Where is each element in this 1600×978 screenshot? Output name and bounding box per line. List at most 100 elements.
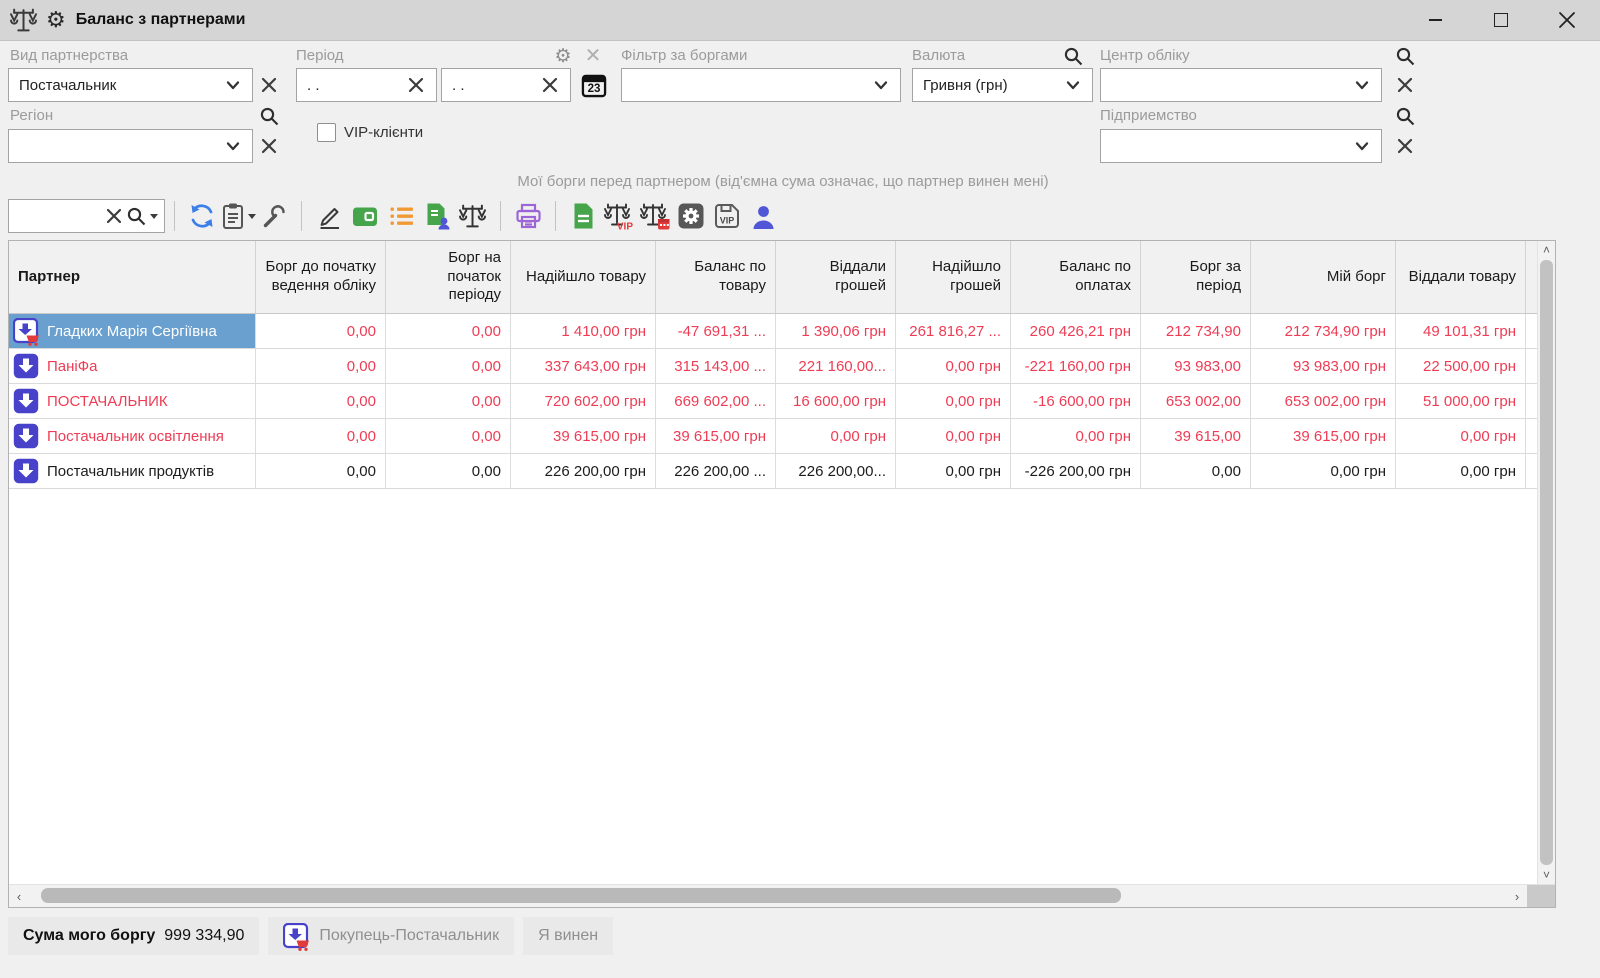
value-cell[interactable]: 0,00 (1141, 454, 1251, 488)
value-cell[interactable]: -221 160,00 грн (1011, 349, 1141, 383)
currency-search-icon[interactable] (1060, 43, 1086, 69)
region-select[interactable] (8, 129, 253, 163)
value-cell[interactable]: 0,00 грн (896, 384, 1011, 418)
table-row[interactable]: ПаніФа0,000,00337 643,00 грн315 143,00 .… (9, 349, 1537, 384)
value-cell[interactable]: -226 200,00 грн (1011, 454, 1141, 488)
period-settings-gear-icon[interactable]: ⚙ (550, 43, 576, 69)
column-header-7[interactable]: Баланс по оплатах (1011, 241, 1141, 313)
value-cell[interactable]: 0,00 (386, 384, 511, 418)
maximize-button[interactable] (1468, 0, 1534, 40)
partner-search-input[interactable] (15, 207, 104, 226)
column-header-0[interactable]: Партнер (9, 241, 256, 313)
column-header-3[interactable]: Надійшло товару (511, 241, 656, 313)
partner-cell[interactable]: Постачальник продуктів (9, 454, 256, 488)
accounting-center-select[interactable] (1100, 68, 1382, 102)
value-cell[interactable]: 212 734,90 грн (1251, 314, 1396, 348)
search-icon[interactable] (124, 204, 148, 228)
value-cell[interactable]: 0,00 (386, 349, 511, 383)
value-cell[interactable]: 0,00 (256, 454, 386, 488)
column-header-5[interactable]: Віддали грошей (776, 241, 896, 313)
table-row[interactable]: Постачальник освітлення0,000,0039 615,00… (9, 419, 1537, 454)
period-clear-icon[interactable]: ✕ (580, 43, 606, 69)
enterprise-clear-icon[interactable] (1392, 133, 1418, 159)
vertical-scrollbar-thumb[interactable] (1540, 260, 1553, 865)
close-button[interactable] (1534, 0, 1600, 40)
column-header-1[interactable]: Борг до початку ведення обліку (256, 241, 386, 313)
value-cell[interactable]: 16 600,00 грн (776, 384, 896, 418)
value-cell[interactable]: 221 160,00... (776, 349, 896, 383)
value-cell[interactable]: 0,00 (386, 314, 511, 348)
value-cell[interactable]: 1 410,00 грн (511, 314, 656, 348)
value-cell[interactable]: 260 426,21 грн (1011, 314, 1141, 348)
partner-cell[interactable]: ПаніФа (9, 349, 256, 383)
region-search-icon[interactable] (256, 103, 282, 129)
wrench-icon[interactable] (256, 198, 292, 234)
minimize-button[interactable] (1402, 0, 1468, 40)
scales-icon[interactable] (455, 198, 491, 234)
value-cell[interactable]: 93 983,00 грн (1251, 349, 1396, 383)
clipboard-icon[interactable] (220, 198, 256, 234)
person-icon[interactable] (745, 198, 781, 234)
value-cell[interactable]: 212 734,90 (1141, 314, 1251, 348)
enterprise-search-icon[interactable] (1392, 103, 1418, 129)
value-cell[interactable]: -16 600,00 грн (1011, 384, 1141, 418)
list-icon[interactable] (383, 198, 419, 234)
settings-icon[interactable] (673, 198, 709, 234)
value-cell[interactable]: 51 000,00 грн (1396, 384, 1526, 418)
value-cell[interactable]: 226 200,00 грн (511, 454, 656, 488)
value-cell[interactable]: 0,00 грн (776, 419, 896, 453)
horizontal-scrollbar-track[interactable] (29, 885, 1507, 907)
column-header-9[interactable]: Мій борг (1251, 241, 1396, 313)
value-cell[interactable]: 0,00 (256, 349, 386, 383)
scales-calendar-icon[interactable] (637, 198, 673, 234)
value-cell[interactable]: -47 691,31 ... (656, 314, 776, 348)
document-icon[interactable] (565, 198, 601, 234)
vip-clients-checkbox[interactable] (317, 123, 336, 142)
value-cell[interactable]: 0,00 (386, 419, 511, 453)
search-options-caret-icon[interactable] (150, 214, 158, 219)
value-cell[interactable]: 261 816,27 ... (896, 314, 1011, 348)
value-cell[interactable]: 226 200,00... (776, 454, 896, 488)
value-cell[interactable]: 93 983,00 (1141, 349, 1251, 383)
value-cell[interactable]: 669 602,00 ... (656, 384, 776, 418)
value-cell[interactable]: 0,00 грн (1396, 419, 1526, 453)
vertical-scrollbar[interactable]: ˄ ˅ (1537, 241, 1555, 884)
table-row[interactable]: Гладких Марія Сергіївна0,000,001 410,00 … (9, 314, 1537, 349)
value-cell[interactable]: 49 101,31 грн (1396, 314, 1526, 348)
horizontal-scrollbar[interactable]: ‹ › (9, 884, 1555, 907)
value-cell[interactable]: 0,00 (256, 314, 386, 348)
value-cell[interactable]: 315 143,00 ... (656, 349, 776, 383)
document-person-icon[interactable] (419, 198, 455, 234)
partner-cell[interactable]: Постачальник освітлення (9, 419, 256, 453)
value-cell[interactable]: 39 615,00 грн (511, 419, 656, 453)
scroll-right-icon[interactable]: › (1507, 889, 1527, 904)
debt-filter-select[interactable] (621, 68, 901, 102)
partner-cell[interactable]: ПОСТАЧАЛЬНИК (9, 384, 256, 418)
value-cell[interactable]: 0,00 (256, 384, 386, 418)
column-header-2[interactable]: Борг на початок періоду (386, 241, 511, 313)
accounting-center-search-icon[interactable] (1392, 43, 1418, 69)
value-cell[interactable]: 0,00 грн (896, 349, 1011, 383)
value-cell[interactable]: 0,00 грн (1011, 419, 1141, 453)
scroll-left-icon[interactable]: ‹ (9, 889, 29, 904)
table-row[interactable]: Постачальник продуктів0,000,00226 200,00… (9, 454, 1537, 489)
edit-pencil-icon[interactable] (311, 198, 347, 234)
value-cell[interactable]: 0,00 (386, 454, 511, 488)
value-cell[interactable]: 0,00 (256, 419, 386, 453)
period-from-input[interactable]: . . (296, 68, 437, 102)
enterprise-select[interactable] (1100, 129, 1382, 163)
scales-vip-icon[interactable]: VIP (601, 198, 637, 234)
print-icon[interactable] (510, 198, 546, 234)
value-cell[interactable]: 0,00 грн (896, 419, 1011, 453)
value-cell[interactable]: 22 500,00 грн (1396, 349, 1526, 383)
horizontal-scrollbar-thumb[interactable] (41, 888, 1121, 903)
column-header-10[interactable]: Віддали товару (1396, 241, 1526, 313)
column-header-6[interactable]: Надійшло грошей (896, 241, 1011, 313)
partner-search-box[interactable] (8, 199, 165, 233)
wallet-icon[interactable] (347, 198, 383, 234)
value-cell[interactable]: 0,00 грн (1396, 454, 1526, 488)
value-cell[interactable]: 39 615,00 грн (656, 419, 776, 453)
save-vip-icon[interactable]: VIP (709, 198, 745, 234)
search-clear-icon[interactable] (104, 206, 124, 226)
currency-select[interactable]: Гривня (грн) (912, 68, 1093, 102)
